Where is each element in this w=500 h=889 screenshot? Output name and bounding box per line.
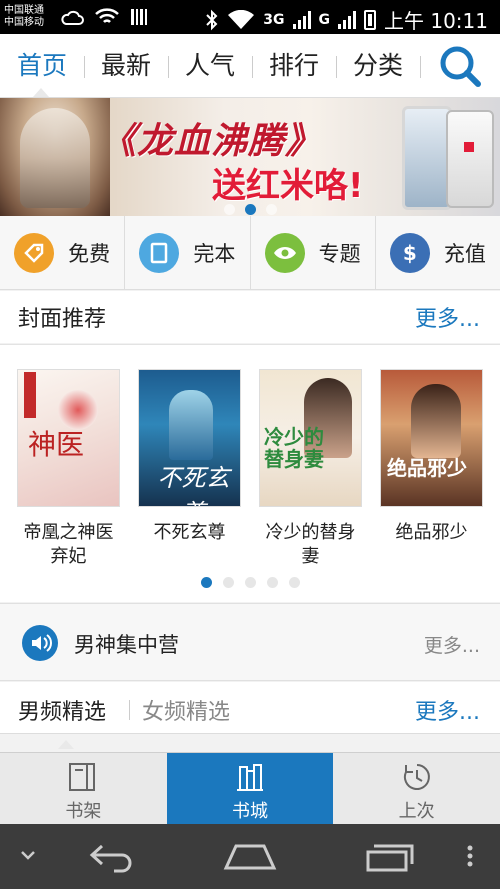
book-item[interactable]: 冷少的 替身妻 冷少的替身 妻 bbox=[258, 369, 363, 569]
more-link[interactable]: 更多... bbox=[415, 694, 480, 726]
carrier-1: 中国联通 bbox=[4, 5, 44, 16]
book-cover: 冷少的 替身妻 bbox=[259, 369, 362, 507]
more-link[interactable]: 更多... bbox=[415, 301, 480, 333]
category-topics-label: 专题 bbox=[318, 241, 361, 266]
gender-tabs: 男频精选 女频精选 更多... bbox=[0, 682, 500, 734]
tab-indicator-caret bbox=[58, 740, 74, 749]
quick-categories: 免费 完本 专题 $ 充值 bbox=[0, 216, 500, 290]
network-2-label: G bbox=[318, 11, 331, 28]
spotlight-title: 男神集中营 bbox=[74, 633, 179, 657]
banner-character-figure bbox=[20, 108, 90, 208]
banner-pager bbox=[0, 204, 500, 215]
section-title: 封面推荐 bbox=[18, 307, 107, 332]
more-link[interactable]: 更多... bbox=[424, 631, 480, 658]
history-icon bbox=[403, 764, 430, 790]
signal-2-icon bbox=[338, 10, 356, 29]
category-topics[interactable]: 专题 bbox=[251, 216, 376, 289]
cover-section-header: 封面推荐 更多... bbox=[0, 291, 500, 343]
bluetooth-icon bbox=[206, 9, 218, 30]
tab-divider bbox=[129, 700, 130, 720]
tab-category[interactable]: 分类 bbox=[336, 34, 420, 98]
status-right-icons: 3G G 上午 10:11 bbox=[205, 5, 488, 34]
book-item[interactable]: 绝品邪少 绝品邪少 bbox=[379, 369, 484, 545]
cover-pager bbox=[0, 577, 500, 588]
book-title: 不死玄尊 bbox=[153, 522, 226, 543]
tab-bookstore[interactable]: 书城 bbox=[166, 753, 334, 824]
wifi-icon bbox=[95, 8, 119, 23]
tab-last-read[interactable]: 上次 bbox=[333, 753, 500, 824]
book-title: 冷少的替身 妻 bbox=[265, 522, 356, 567]
cloud-icon bbox=[61, 10, 84, 25]
tab-label: 书城 bbox=[232, 801, 268, 822]
category-completed[interactable]: 完本 bbox=[125, 216, 251, 289]
category-free-label: 免费 bbox=[68, 241, 111, 266]
tab-female-picks[interactable]: 女频精选 bbox=[142, 694, 230, 726]
book-item[interactable]: 神医 帝凰之神医 弃妃 bbox=[16, 369, 121, 569]
book-title: 绝品邪少 bbox=[395, 522, 468, 543]
category-recharge[interactable]: $ 充值 bbox=[376, 216, 500, 289]
pager-dot-active bbox=[244, 204, 256, 215]
phone-image bbox=[402, 106, 452, 210]
status-time: 上午 10:11 bbox=[384, 9, 488, 33]
book-item[interactable]: 不死玄尊 不死玄尊 bbox=[137, 369, 242, 545]
tab-male-picks[interactable]: 男频精选 bbox=[18, 694, 106, 726]
signal-1-icon bbox=[292, 10, 311, 29]
barcode-icon bbox=[131, 9, 147, 25]
book-cover: 神医 bbox=[17, 369, 120, 507]
home-icon[interactable] bbox=[222, 838, 278, 874]
tab-bookshelf[interactable]: 书架 bbox=[0, 753, 167, 824]
tab-latest[interactable]: 最新 bbox=[84, 34, 168, 98]
system-nav-bar bbox=[0, 824, 500, 889]
carrier-2: 中国移动 bbox=[4, 17, 44, 28]
chevron-down-icon[interactable] bbox=[18, 838, 38, 874]
tab-label: 上次 bbox=[398, 801, 435, 822]
status-bar: 中国联通 中国移动 3G G 上午 10:11 bbox=[0, 0, 500, 34]
tab-ranking[interactable]: 排行 bbox=[252, 34, 336, 98]
status-left-icons bbox=[60, 8, 148, 26]
pager-dot bbox=[244, 577, 256, 588]
cover-carousel: 神医 帝凰之神医 弃妃 不死玄尊 不死玄尊 冷少的替身妻 冷少的替身 妻 绝品邪… bbox=[0, 344, 500, 602]
eye-icon bbox=[264, 232, 305, 273]
banner-subtitle: 送红米咯! bbox=[212, 166, 364, 206]
spotlight-row[interactable]: 男神集中营 更多... bbox=[0, 603, 500, 681]
dollar-icon: $ bbox=[389, 232, 430, 273]
network-1-label: 3G bbox=[263, 11, 285, 28]
battery-icon bbox=[364, 9, 376, 30]
pager-dot bbox=[265, 204, 277, 215]
bookshelf-icon bbox=[69, 763, 96, 791]
pager-dot bbox=[288, 577, 300, 588]
tab-label: 书架 bbox=[65, 801, 102, 822]
back-icon[interactable] bbox=[86, 838, 136, 874]
pager-dot bbox=[222, 577, 234, 588]
pager-dot-active bbox=[200, 577, 212, 588]
store-icon bbox=[237, 764, 263, 791]
category-recharge-label: 充值 bbox=[443, 241, 486, 266]
speaker-icon bbox=[22, 625, 58, 661]
phone-image bbox=[446, 110, 494, 208]
category-free[interactable]: 免费 bbox=[0, 216, 126, 289]
top-nav: 首页 最新 人气 排行 分类 bbox=[0, 34, 500, 98]
book-icon bbox=[139, 232, 180, 273]
carrier-labels: 中国联通 中国移动 bbox=[4, 5, 44, 29]
book-cover: 不死玄尊 bbox=[138, 369, 241, 507]
book-cover: 绝品邪少 bbox=[380, 369, 483, 507]
bottom-tab-bar: 书架 书城 上次 bbox=[0, 752, 500, 824]
nav-active-indicator bbox=[33, 88, 49, 97]
recent-apps-icon[interactable] bbox=[364, 838, 416, 874]
tag-icon bbox=[14, 232, 55, 273]
banner-title: 《龙血沸腾》 bbox=[100, 121, 323, 162]
tab-popular[interactable]: 人气 bbox=[168, 34, 252, 98]
book-title: 帝凰之神医 弃妃 bbox=[23, 522, 114, 567]
promo-banner[interactable]: 《龙血沸腾》 送红米咯! bbox=[0, 98, 500, 216]
wifi-signal-icon bbox=[228, 9, 255, 29]
more-icon[interactable] bbox=[462, 838, 478, 874]
category-completed-label: 完本 bbox=[193, 241, 236, 266]
content-gap bbox=[0, 735, 500, 752]
pager-dot bbox=[266, 577, 278, 588]
search-icon[interactable] bbox=[438, 44, 482, 88]
nav-divider bbox=[420, 56, 421, 78]
pager-dot bbox=[223, 204, 235, 215]
